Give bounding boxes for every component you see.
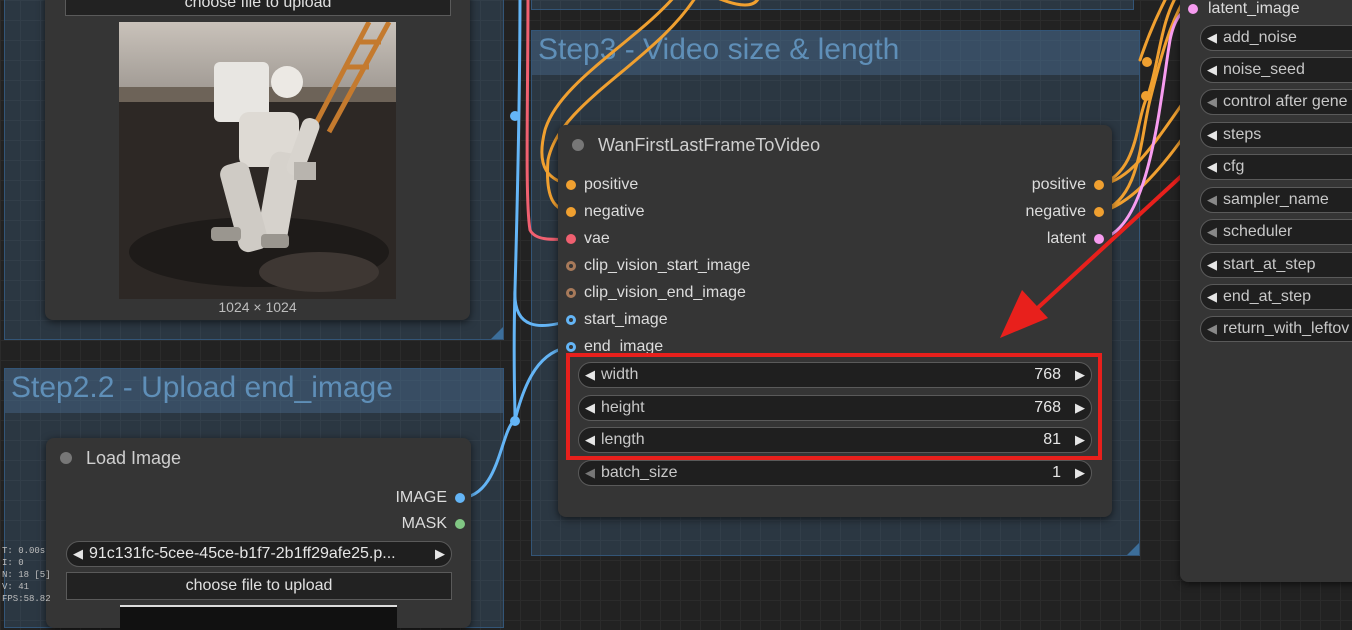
render-stats: T: 0.00s I: 0 N: 18 [5] V: 41 FPS:58.82 xyxy=(2,545,51,605)
control-after-generate-label: control after gene xyxy=(1223,93,1348,110)
start-at-step-label: start_at_step xyxy=(1223,256,1316,273)
return-with-leftover-label: return_with_leftov xyxy=(1223,320,1350,337)
previous-file-arrow-icon[interactable]: ◀ xyxy=(67,546,89,562)
steps-label: steps xyxy=(1223,126,1262,143)
input-label-latent-image: latent_image xyxy=(1208,0,1300,17)
collapse-dot[interactable] xyxy=(60,452,72,464)
load-image-node-end[interactable]: Load Image IMAGE MASK ◀ 91c131fc-5cee-45… xyxy=(46,438,471,630)
decrement-arrow-icon[interactable]: ◀ xyxy=(1201,321,1223,337)
decrement-arrow-icon[interactable]: ◀ xyxy=(1201,94,1223,110)
sampler-name-widget[interactable]: ◀ sampler_name xyxy=(1200,187,1352,213)
decrement-arrow-icon[interactable]: ◀ xyxy=(1201,62,1223,78)
return-with-leftover-widget[interactable]: ◀ return_with_leftov xyxy=(1200,316,1352,342)
decrement-arrow-icon[interactable]: ◀ xyxy=(1201,224,1223,240)
input-latent-image[interactable]: latent_image xyxy=(1188,0,1300,19)
output-dot-mask[interactable] xyxy=(455,519,465,529)
stat-nodes: N: 18 [5] xyxy=(2,570,51,580)
stat-time: T: 0.00s xyxy=(2,546,46,556)
decrement-arrow-icon[interactable]: ◀ xyxy=(1201,257,1223,273)
ksampler-advanced-node[interactable]: latent_image ◀ add_noise ◀ noise_seed ◀ con… xyxy=(1180,0,1352,582)
upload-button-end[interactable]: choose file to upload xyxy=(66,572,452,600)
add-noise-label: add_noise xyxy=(1223,29,1297,46)
end-at-step-widget[interactable]: ◀ end_at_step xyxy=(1200,284,1352,310)
decrement-arrow-icon[interactable]: ◀ xyxy=(1201,159,1223,175)
sampler-name-label: sampler_name xyxy=(1223,191,1329,208)
decrement-arrow-icon[interactable]: ◀ xyxy=(1201,192,1223,208)
output-dot-image[interactable] xyxy=(455,493,465,503)
cfg-label: cfg xyxy=(1223,158,1245,175)
steps-widget[interactable]: ◀ steps xyxy=(1200,122,1352,148)
input-dot-latent-image[interactable] xyxy=(1188,4,1198,14)
stat-i: I: 0 xyxy=(2,558,24,568)
decrement-arrow-icon[interactable]: ◀ xyxy=(1201,127,1223,143)
output-label-image: IMAGE xyxy=(395,489,447,506)
noise-seed-widget[interactable]: ◀ noise_seed xyxy=(1200,57,1352,83)
load-image-title: Load Image xyxy=(86,447,182,468)
output-mask[interactable]: MASK xyxy=(402,514,465,534)
end-image-preview xyxy=(120,605,397,630)
output-image[interactable]: IMAGE xyxy=(395,488,465,508)
load-image-title-bar[interactable]: Load Image xyxy=(46,438,471,478)
output-label-mask: MASK xyxy=(401,515,447,532)
image-filename-select[interactable]: ◀ 91c131fc-5cee-45ce-b1f7-2b1ff29afe25.p… xyxy=(66,541,452,567)
start-at-step-widget[interactable]: ◀ start_at_step xyxy=(1200,252,1352,278)
next-file-arrow-icon[interactable]: ▶ xyxy=(429,546,451,562)
scheduler-widget[interactable]: ◀ scheduler xyxy=(1200,219,1352,245)
noise-seed-label: noise_seed xyxy=(1223,61,1305,78)
decrement-arrow-icon[interactable]: ◀ xyxy=(1201,289,1223,305)
scheduler-label: scheduler xyxy=(1223,223,1293,240)
cfg-widget[interactable]: ◀ cfg xyxy=(1200,154,1352,180)
control-after-generate-widget[interactable]: ◀ control after gene xyxy=(1200,89,1352,115)
add-noise-widget[interactable]: ◀ add_noise xyxy=(1200,25,1352,51)
image-filename: 91c131fc-5cee-45ce-b1f7-2b1ff29afe25.p..… xyxy=(89,545,396,562)
stat-visible: V: 41 xyxy=(2,582,30,592)
decrement-arrow-icon[interactable]: ◀ xyxy=(1201,30,1223,46)
end-at-step-label: end_at_step xyxy=(1223,288,1312,305)
stat-fps: FPS:58.82 xyxy=(2,594,51,604)
